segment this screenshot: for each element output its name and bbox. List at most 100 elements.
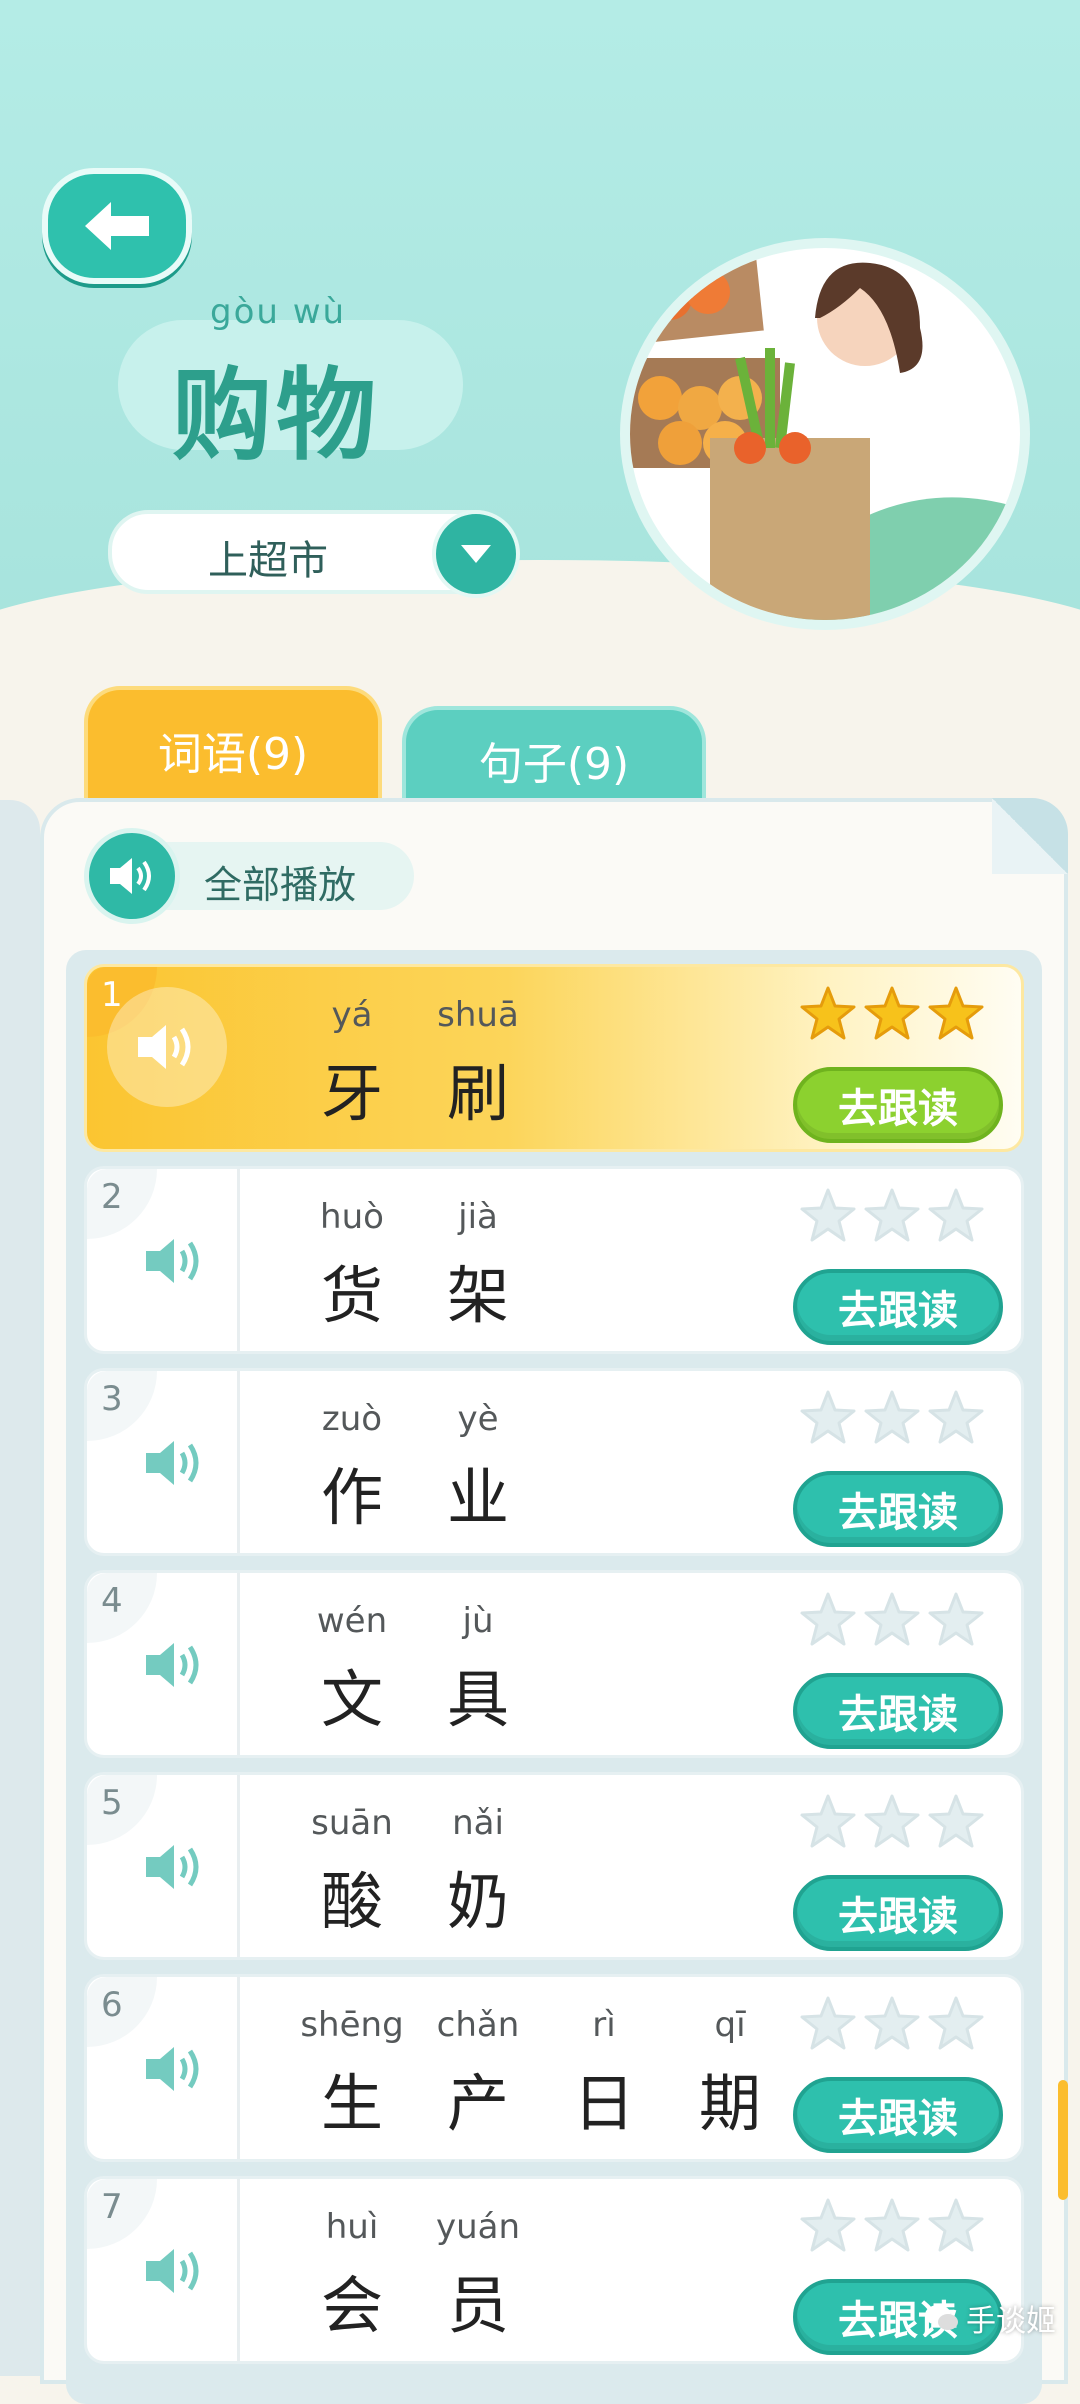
follow-read-button[interactable]: 去跟读 <box>793 1067 1003 1143</box>
list-item[interactable]: 2 huò 货 jià 架 去跟读 <box>84 1166 1024 1354</box>
star-icon <box>928 1188 984 1242</box>
play-word-button[interactable] <box>129 1821 221 1913</box>
speaker-icon <box>146 1239 199 1283</box>
row-number: 2 <box>101 1177 123 1217</box>
word-list-card: 全部播放 1 yá 牙 shuā 刷去跟读 2 huò 货 jià 架去跟读 3 zuò 作 yè 业去跟读… <box>40 798 1068 2404</box>
list-item[interactable]: 5 suān 酸 nǎi 奶 去跟读 <box>84 1772 1024 1960</box>
star-icon <box>928 1996 984 2050</box>
row-divider <box>237 1775 240 1957</box>
follow-read-button[interactable]: 去跟读 <box>793 2077 1003 2153</box>
page-title: 购物 <box>172 357 380 474</box>
side-panel-left <box>0 800 40 2376</box>
tab-sentences-label: 句子(9) <box>478 739 630 790</box>
play-word-button[interactable] <box>129 1417 221 1509</box>
star-icon <box>800 986 856 1040</box>
syllable: huì 会 <box>297 2207 407 2345</box>
pinyin: yè <box>457 1399 499 1439</box>
pinyin: qī <box>714 2005 746 2045</box>
star-icon <box>864 1996 920 2050</box>
syllable: qī 期 <box>675 2005 785 2143</box>
star-icon <box>800 1794 856 1848</box>
back-button[interactable] <box>42 168 192 284</box>
hanzi: 具 <box>446 1663 509 1736</box>
watermark: 手谈姬 <box>924 2296 1056 2340</box>
syllable: suān 酸 <box>297 1803 407 1941</box>
pinyin: jù <box>462 1601 494 1641</box>
speaker-icon <box>146 1845 199 1889</box>
pinyin: yá <box>331 995 373 1035</box>
follow-read-button[interactable]: 去跟读 <box>793 1471 1003 1547</box>
tab-words-label: 词语(9) <box>157 729 309 780</box>
list-item[interactable]: 4 wén 文 jù 具 去跟读 <box>84 1570 1024 1758</box>
star-icon <box>864 1794 920 1848</box>
syllable: shuā 刷 <box>423 995 533 1133</box>
hanzi: 日 <box>572 2067 635 2140</box>
follow-read-button[interactable]: 去跟读 <box>793 1673 1003 1749</box>
hanzi: 酸 <box>320 1865 383 1938</box>
header: gòu wù 购物 上超市 <box>0 0 1080 690</box>
hanzi: 会 <box>320 2269 383 2342</box>
pinyin: huò <box>320 1197 384 1237</box>
star-icon <box>928 986 984 1040</box>
pinyin: chǎn <box>436 2005 520 2045</box>
row-divider <box>237 1371 240 1553</box>
speaker-icon[interactable] <box>84 828 180 924</box>
row-divider <box>237 1169 240 1351</box>
star-icon <box>864 1188 920 1242</box>
star-icon <box>928 2198 984 2252</box>
row-number: 6 <box>101 1985 123 2025</box>
play-word-button[interactable] <box>129 1619 221 1711</box>
star-icon <box>864 986 920 1040</box>
pinyin: nǎi <box>452 1803 504 1843</box>
follow-read-button[interactable]: 去跟读 <box>793 1269 1003 1345</box>
chevron-down-icon[interactable] <box>432 510 520 598</box>
word-list: 1 yá 牙 shuā 刷去跟读 2 huò 货 jià 架去跟读 3 zuò 作 yè 业去跟读 4 wén 文… <box>66 950 1042 2404</box>
row-divider <box>237 1977 240 2159</box>
pinyin: shēng <box>300 2005 404 2045</box>
tab-sentences[interactable]: 句子(9) <box>402 706 706 810</box>
follow-read-button[interactable]: 去跟读 <box>793 1875 1003 1951</box>
speaker-icon <box>146 2249 199 2293</box>
pinyin: yuán <box>435 2207 521 2247</box>
lesson-dropdown[interactable]: 上超市 <box>108 510 520 598</box>
play-word-button[interactable] <box>129 1215 221 1307</box>
pinyin: jià <box>458 1197 498 1237</box>
play-word-button[interactable] <box>129 2023 221 2115</box>
play-all-button[interactable]: 全部播放 <box>84 828 414 924</box>
hanzi: 期 <box>698 2067 761 2140</box>
list-item[interactable]: 7 huì 会 yuán 员去跟读 <box>84 2176 1024 2364</box>
hanzi: 货 <box>320 1259 383 1332</box>
scrollbar[interactable] <box>1058 2080 1068 2200</box>
speaker-icon <box>138 1025 191 1069</box>
syllable: yá 牙 <box>297 995 407 1133</box>
play-word-button[interactable] <box>129 2225 221 2317</box>
syllable: nǎi 奶 <box>423 1803 533 1941</box>
play-word-button[interactable] <box>107 987 227 1107</box>
pinyin: zuò <box>321 1399 383 1439</box>
hanzi: 文 <box>320 1663 383 1736</box>
star-rating <box>799 985 985 1043</box>
hanzi: 牙 <box>320 1057 383 1130</box>
row-number: 3 <box>101 1379 123 1419</box>
page-corner-fold <box>992 798 1068 874</box>
hanzi: 作 <box>320 1461 383 1534</box>
star-icon <box>800 1188 856 1242</box>
syllable: yè 业 <box>423 1399 533 1537</box>
pinyin: suān <box>311 1803 393 1843</box>
star-icon <box>800 2198 856 2252</box>
hanzi: 产 <box>446 2067 509 2140</box>
syllable: jù 具 <box>423 1601 533 1739</box>
star-icon <box>928 1592 984 1646</box>
hanzi: 刷 <box>446 1057 509 1130</box>
row-number: 5 <box>101 1783 123 1823</box>
list-item[interactable]: 6 shēng 生 chǎn 产 rì 日 qī 期去跟读 <box>84 1974 1024 2162</box>
star-icon <box>864 2198 920 2252</box>
hanzi: 奶 <box>446 1865 509 1938</box>
play-all-label: 全部播放 <box>204 863 357 907</box>
tab-words[interactable]: 词语(9) <box>84 686 382 810</box>
star-rating <box>799 1591 985 1649</box>
star-icon <box>800 1996 856 2050</box>
list-item[interactable]: 3 zuò 作 yè 业 去跟读 <box>84 1368 1024 1556</box>
list-item[interactable]: 1 yá 牙 shuā 刷去跟读 <box>84 964 1024 1152</box>
hanzi: 员 <box>446 2269 509 2342</box>
